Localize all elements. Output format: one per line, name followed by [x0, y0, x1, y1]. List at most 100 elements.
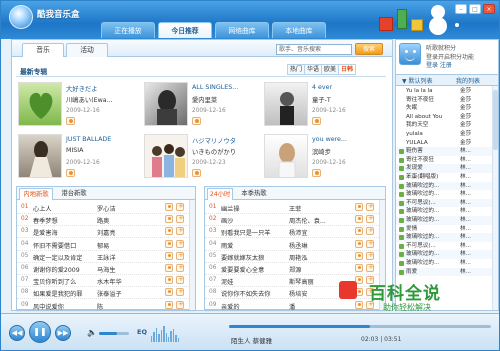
play-icon[interactable] — [355, 264, 363, 272]
add-icon[interactable] — [176, 214, 184, 224]
add-icon[interactable] — [176, 239, 184, 248]
song-title[interactable]: 泥娃 — [221, 277, 233, 286]
eq-button[interactable]: EQ — [137, 328, 147, 336]
add-icon[interactable] — [176, 263, 184, 272]
song-row[interactable]: 07 泥娃 斯琴高丽 — [205, 274, 385, 288]
song-row[interactable]: 03 是爱害海 刘嘉亮 — [17, 225, 195, 239]
play-icon[interactable] — [355, 227, 363, 236]
tab-online-library[interactable]: 网络曲库 — [215, 22, 269, 38]
album-cover[interactable] — [18, 82, 62, 126]
filter-hot[interactable]: 热门 — [287, 64, 305, 75]
playlist-item[interactable]: 爱情 林... — [396, 224, 498, 234]
song-title[interactable]: 是爱害海 — [33, 228, 58, 237]
song-artist[interactable]: 郁易 — [97, 241, 109, 250]
add-icon[interactable] — [366, 202, 374, 211]
playlist-item[interactable]: 玻璃吹过的... 林... — [396, 207, 498, 216]
album-cover[interactable] — [144, 134, 188, 178]
song-row[interactable]: 09 风中说爱你 陈 — [17, 299, 195, 312]
volume-slider[interactable] — [99, 332, 129, 335]
playlist-item[interactable]: 寄往不夜狂 金莎 — [396, 96, 498, 105]
song-row[interactable]: 01 幽兰操 王菲 — [205, 201, 385, 214]
song-artist[interactable]: 杨培安 — [289, 289, 308, 298]
tab-season-hot[interactable]: 本季热歌 — [237, 188, 271, 200]
album-cover[interactable] — [264, 134, 308, 178]
album-cover[interactable] — [264, 82, 308, 126]
song-title[interactable]: 心上人 — [33, 204, 52, 213]
scrollbar[interactable] — [492, 86, 498, 310]
song-artist[interactable]: 王詠洋 — [97, 253, 116, 262]
song-title[interactable]: 谢谢你的爱2009 — [33, 265, 80, 274]
song-artist[interactable]: 周杰伦、袁... — [289, 216, 326, 225]
play-icon[interactable] — [165, 288, 173, 297]
album-cover[interactable] — [18, 134, 62, 178]
song-row[interactable]: 09 亲爱的 潘 — [205, 299, 385, 312]
login-register-link[interactable]: 登录 注册 — [426, 60, 452, 69]
avatar[interactable] — [399, 43, 421, 65]
play-icon[interactable] — [355, 215, 363, 224]
progress-bar[interactable] — [229, 325, 491, 328]
tab-hktw-new[interactable]: 港台新歌 — [57, 188, 91, 200]
song-title[interactable]: 怀旧不需要借口 — [33, 241, 76, 250]
song-artist[interactable]: 陈 — [97, 302, 103, 311]
tab-24h[interactable]: 24小时 — [207, 188, 233, 200]
playlist-item[interactable]: 寄往不夜狂 林... — [396, 155, 498, 165]
play-icon[interactable] — [165, 264, 173, 272]
play-icon[interactable] — [66, 117, 75, 125]
song-artist[interactable]: 潘 — [289, 302, 295, 311]
album-artist[interactable]: 滨崎步 — [312, 147, 331, 156]
tab-mainland-new[interactable]: 内地新歌 — [19, 188, 53, 200]
song-title[interactable]: 幽兰操 — [221, 204, 240, 213]
play-icon[interactable] — [165, 300, 173, 309]
playlist-item[interactable]: All about You 金莎 — [396, 113, 498, 122]
close-icon[interactable]: × — [483, 4, 495, 14]
song-title[interactable]: 宝贝你听到了么 — [33, 277, 76, 286]
playlist-item[interactable]: YULALA 金莎 — [396, 139, 498, 148]
song-artist[interactable]: 刘嘉亮 — [97, 228, 116, 237]
play-icon[interactable] — [165, 215, 173, 224]
album-title[interactable]: you were... — [312, 136, 347, 143]
tab-my-lists[interactable]: 我的列表 — [456, 76, 480, 85]
album-artist[interactable]: 童子-T — [312, 95, 331, 104]
play-icon[interactable] — [355, 251, 363, 260]
play-pause-icon[interactable]: ❚❚ — [29, 321, 51, 343]
playlist-item[interactable]: 不可思议(... 林... — [396, 198, 498, 208]
filter-western[interactable]: 欧美 — [321, 64, 339, 75]
tab-default-list[interactable]: ▼ 默认列表 — [402, 76, 433, 85]
album-card[interactable]: ALL SINGLES... 愛内里菜 2009-12-16 — [144, 82, 264, 126]
search-button[interactable]: 搜索 — [355, 43, 383, 55]
album-title[interactable]: ALL SINGLES... — [192, 84, 238, 91]
song-row[interactable]: 08 说你你不如失去你 杨培安 — [205, 286, 385, 300]
album-card[interactable]: JUST BALLADE MISIA 2009-12-16 — [18, 134, 138, 178]
volume-icon[interactable]: 🔈 — [87, 328, 97, 337]
add-icon[interactable] — [366, 226, 374, 236]
play-icon[interactable] — [165, 227, 173, 236]
song-artist[interactable]: 罗心洁 — [97, 204, 116, 213]
add-icon[interactable] — [366, 251, 374, 260]
song-title[interactable]: 要嫁就嫁灰太狼 — [221, 253, 264, 262]
tab-local-library[interactable]: 本地曲库 — [272, 22, 326, 38]
song-row[interactable]: 02 画沙 周杰伦、袁... — [205, 213, 385, 227]
song-title[interactable]: 说你你不如失去你 — [221, 289, 271, 298]
song-artist[interactable]: 杨丞琳 — [289, 241, 308, 250]
play-icon[interactable] — [312, 169, 321, 177]
add-icon[interactable] — [366, 263, 374, 272]
playlist-item[interactable]: 不可思议(... 林... — [396, 241, 498, 251]
add-icon[interactable] — [176, 287, 184, 297]
album-artist[interactable]: いきものがかり — [192, 147, 236, 156]
song-title[interactable]: 确定一定以及肯定 — [33, 253, 83, 262]
song-artist[interactable]: 王菲 — [289, 204, 301, 213]
album-title[interactable]: 大好きだよ — [66, 84, 97, 93]
song-title[interactable]: 雨爱 — [221, 241, 233, 250]
playlist-item[interactable]: 我的天空 金莎 — [396, 121, 498, 130]
song-artist[interactable]: 马海生 — [97, 265, 116, 274]
playlist-item[interactable]: yulala 金莎 — [396, 130, 498, 139]
album-title[interactable]: 4 ever — [312, 84, 332, 91]
playlist-item[interactable]: 雨爱 林... — [396, 267, 498, 277]
tab-now-playing[interactable]: 正在播放 — [101, 22, 155, 38]
song-title[interactable]: 风中说爱你 — [33, 302, 64, 311]
song-row[interactable]: 06 爱要要爱心全意 郑源 — [205, 262, 385, 275]
album-card[interactable]: 4 ever 童子-T 2009-12-16 — [264, 82, 384, 126]
song-artist[interactable]: 路奥 — [97, 216, 109, 225]
song-title[interactable]: 亲爱的 — [221, 302, 240, 311]
scrollbar[interactable] — [189, 200, 195, 310]
